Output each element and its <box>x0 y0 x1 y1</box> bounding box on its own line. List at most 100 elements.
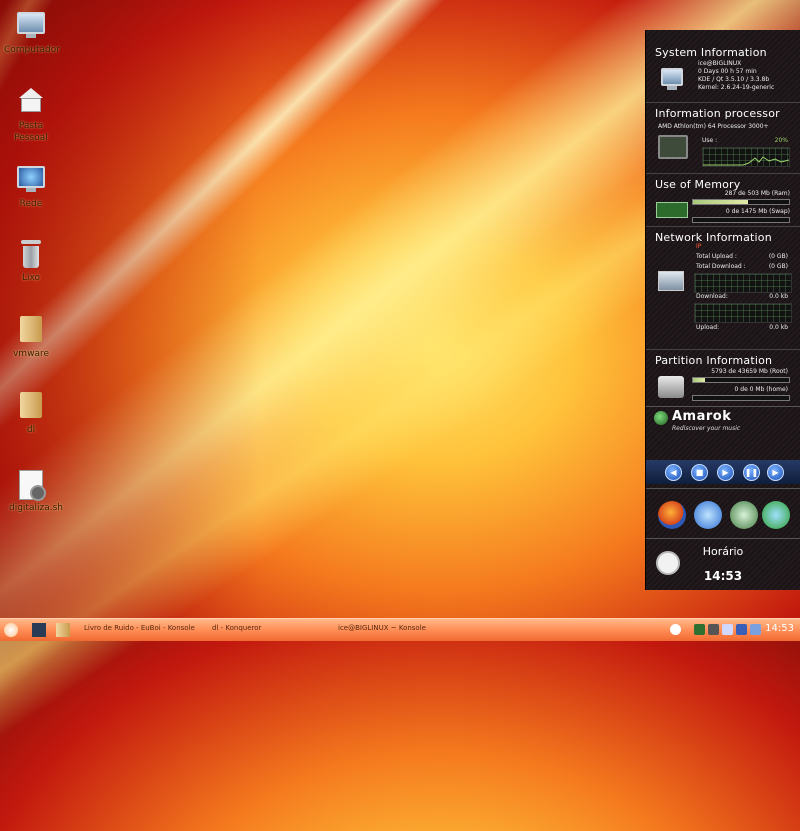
play-icon[interactable]: ▶ <box>717 464 734 481</box>
system-uptime: 0 Days 00 h 57 min <box>698 68 757 75</box>
cpu-usage-line <box>703 156 790 166</box>
processor-use-value: 20% <box>774 137 788 144</box>
system-kde: KDE / Qt 3.5.10 / 3.3.8b <box>698 76 770 83</box>
network-ip-label: IP <box>696 243 702 250</box>
cpu-icon <box>658 135 688 159</box>
upload-graph <box>694 303 792 323</box>
root-usage-fill <box>693 378 706 382</box>
pause-icon[interactable]: ❚❚ <box>743 464 760 481</box>
section-title: Information processor <box>655 107 780 120</box>
desktop-icon-label: Rede <box>19 199 43 209</box>
home-usage-text: 0 de 0 Mb (home) <box>734 386 788 393</box>
taskbar-item[interactable]: dl - Konqueror <box>212 624 261 632</box>
messenger-icon[interactable] <box>762 501 790 529</box>
gnome-icon[interactable] <box>730 501 758 529</box>
clock-time: 14:53 <box>703 569 743 583</box>
network-tray-icon[interactable] <box>708 624 719 635</box>
hard-drive-icon <box>658 376 684 398</box>
cpu-usage-graph <box>702 147 790 167</box>
desktop-icon-label: dl <box>26 425 36 435</box>
total-download-label: Total Download : <box>696 263 746 270</box>
desktop-icon-script[interactable]: digitaliza.sh <box>4 470 63 514</box>
total-upload-value: (0 GB) <box>768 253 788 260</box>
app-launcher-bar <box>646 488 800 539</box>
desktop-icon-label: Pasta Pessoal <box>14 121 48 143</box>
swap-usage-text: 0 de 1475 Mb (Swap) <box>725 208 790 215</box>
network-card-icon <box>658 271 684 291</box>
ram-usage-text: 287 de 503 Mb (Ram) <box>724 190 790 197</box>
memory-chip-icon <box>656 202 688 218</box>
section-title: Use of Memory <box>655 178 741 191</box>
next-icon[interactable]: ▶ <box>767 464 784 481</box>
desktop-icon-network[interactable]: Rede <box>4 164 58 210</box>
section-title: System Information <box>655 46 767 59</box>
root-usage-bar <box>692 377 790 383</box>
amarok-tagline: Rediscover your music <box>672 425 741 432</box>
clipboard-icon[interactable] <box>722 624 733 635</box>
section-title: Partition Information <box>655 354 773 367</box>
ram-usage-fill <box>693 200 748 204</box>
amarok-logo-icon <box>654 411 668 425</box>
clock-widget: Horário 14:53 <box>646 538 800 591</box>
system-info-section: System Information ice@BIGLINUX 0 Days 0… <box>646 30 800 102</box>
ram-usage-bar <box>692 199 790 205</box>
desktop-icon-home[interactable]: Pasta Pessoal <box>4 88 58 144</box>
desktop-icon-computer[interactable]: Computador <box>4 10 60 56</box>
desktop-icon-label: Lixo <box>21 273 41 283</box>
network-globe-icon[interactable] <box>694 501 722 529</box>
total-download-value: (0 GB) <box>768 263 788 270</box>
processor-model: AMD Athlon(tm) 64 Processor 3000+ <box>658 123 769 130</box>
script-icon <box>17 470 46 501</box>
folder-icon <box>17 392 45 420</box>
show-desktop-icon[interactable] <box>32 623 46 637</box>
taskbar: Livro de Ruido - EuBoi - Konsole dl - Ko… <box>0 618 800 641</box>
desktop-icon-trash[interactable]: Lixo <box>4 240 58 284</box>
upload-value: 0.0 kb <box>769 324 788 331</box>
download-value: 0.0 kb <box>769 293 788 300</box>
processor-section: Information processor AMD Athlon(tm) 64 … <box>646 102 800 173</box>
firefox-icon[interactable] <box>658 501 686 529</box>
processor-use-label: Use : <box>702 137 718 144</box>
computer-icon <box>658 66 686 90</box>
system-user: ice@BIGLINUX <box>698 60 742 67</box>
system-monitor-panel: System Information ice@BIGLINUX 0 Days 0… <box>645 30 800 590</box>
system-info-lines: ice@BIGLINUX 0 Days 00 h 57 min KDE / Qt… <box>698 60 774 92</box>
memory-section: Use of Memory 287 de 503 Mb (Ram) 0 de 1… <box>646 173 800 226</box>
computer-icon <box>17 12 45 40</box>
desktop-icon-label: vmware <box>12 349 49 359</box>
amarok-controls: ◀ ■ ▶ ❚❚ ▶ <box>646 460 800 484</box>
desktop-icon-label: Computador <box>4 45 60 55</box>
root-usage-text: 5793 de 43659 Mb (Root) <box>711 368 788 375</box>
gear-icon <box>30 485 46 501</box>
start-menu-icon[interactable] <box>4 623 18 637</box>
network-icon <box>17 166 45 194</box>
partition-section: Partition Information 5793 de 43659 Mb (… <box>646 349 800 406</box>
download-label: Download: <box>696 293 728 300</box>
clock-title: Horário <box>702 545 744 558</box>
home-folder-icon <box>17 88 45 116</box>
system-kernel: Kernel: 2.6.24-19-generic <box>698 84 775 91</box>
upload-label: Upload: <box>696 324 720 331</box>
tray-app-icon[interactable] <box>694 624 705 635</box>
taskbar-clock[interactable]: 14:53 <box>765 623 794 634</box>
power-icon[interactable] <box>670 624 681 635</box>
taskbar-item[interactable]: ice@BIGLINUX ~ Konsole <box>338 624 426 632</box>
bluetooth-icon[interactable] <box>736 624 747 635</box>
download-graph <box>694 273 792 293</box>
file-manager-icon[interactable] <box>56 623 70 637</box>
section-title: Network Information <box>655 231 772 244</box>
desktop-icon-dl[interactable]: dl <box>4 392 58 436</box>
stop-icon[interactable]: ■ <box>691 464 708 481</box>
volume-icon[interactable] <box>750 624 761 635</box>
trash-icon <box>17 240 45 268</box>
previous-icon[interactable]: ◀ <box>665 464 682 481</box>
amarok-title: Amarok <box>672 409 732 424</box>
desktop-icon-label: digitaliza.sh <box>9 503 63 513</box>
network-section: Network Information IP Total Upload : (0… <box>646 226 800 349</box>
folder-icon <box>17 316 45 344</box>
home-usage-bar <box>692 395 790 401</box>
desktop-icon-vmware[interactable]: vmware <box>4 316 58 360</box>
total-upload-label: Total Upload : <box>696 253 737 260</box>
swap-usage-bar <box>692 217 790 223</box>
taskbar-item[interactable]: Livro de Ruido - EuBoi - Konsole <box>84 624 195 632</box>
